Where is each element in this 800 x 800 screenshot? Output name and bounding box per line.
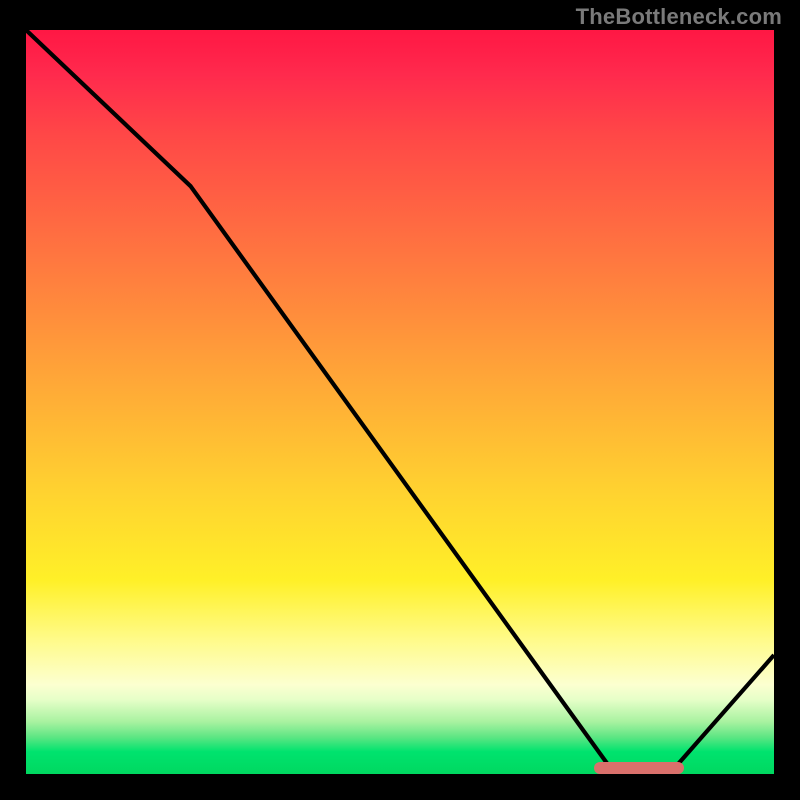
chart-frame	[16, 30, 784, 784]
bottleneck-curve	[26, 30, 774, 774]
plot-area	[26, 30, 774, 774]
optimal-range-marker	[594, 762, 684, 774]
watermark-text: TheBottleneck.com	[576, 4, 782, 30]
